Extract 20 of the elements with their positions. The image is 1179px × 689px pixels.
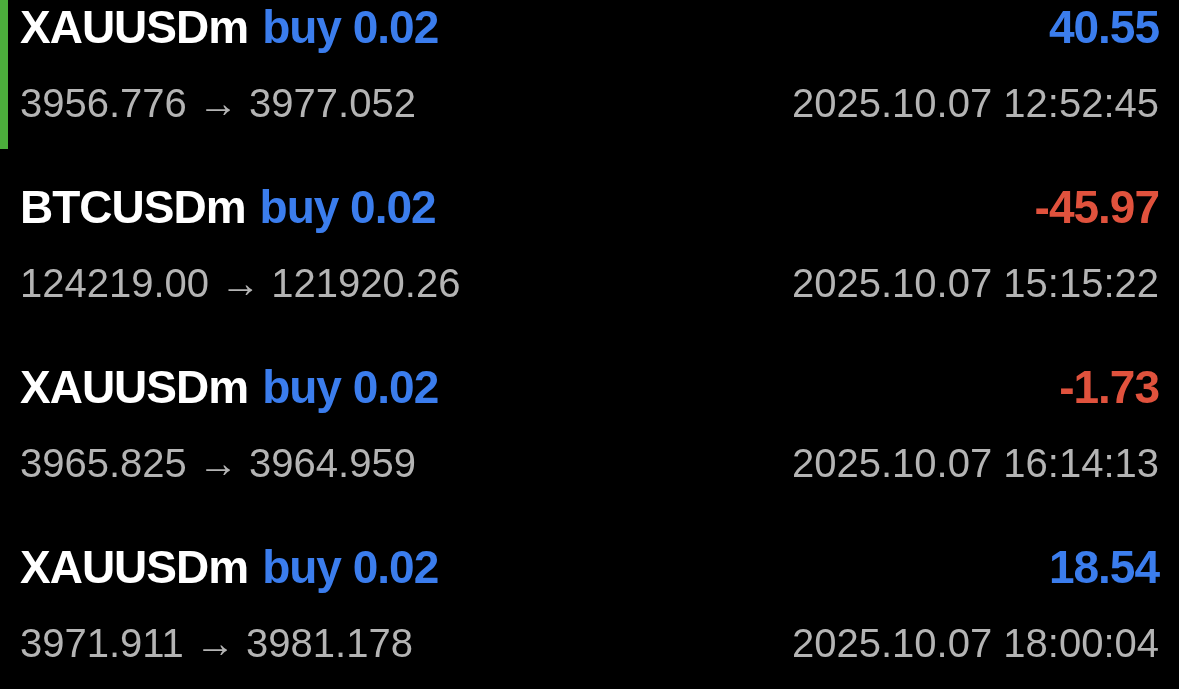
profit-text: -1.73	[1059, 360, 1159, 414]
order-type-text: buy 0.02	[262, 0, 439, 54]
profit-text: 18.54	[1048, 540, 1159, 594]
symbol-text: XAUUSDm	[20, 360, 249, 414]
price-range-text: 3965.825 → 3964.959	[20, 440, 416, 486]
price-range-text: 124219.00 → 121920.26	[20, 260, 461, 306]
price-range-text: 3956.776 → 3977.052	[20, 80, 416, 126]
time-text: 2025.10.07 16:14:13	[792, 440, 1159, 486]
order-type-text: buy 0.02	[259, 180, 436, 234]
symbol-text: XAUUSDm	[20, 0, 249, 54]
profit-text: -45.97	[1034, 180, 1159, 234]
time-text: 2025.10.07 18:00:04	[792, 620, 1159, 666]
symbol-text: BTCUSDm	[20, 180, 246, 234]
price-range-text: 3971.911 → 3981.178	[20, 620, 413, 666]
profit-text: 40.55	[1048, 0, 1159, 54]
symbol-text: XAUUSDm	[20, 540, 249, 594]
order-type-text: buy 0.02	[262, 540, 439, 594]
time-text: 2025.10.07 12:52:45	[792, 80, 1159, 126]
order-type-text: buy 0.02	[262, 360, 439, 414]
time-text: 2025.10.07 15:15:22	[792, 260, 1159, 306]
